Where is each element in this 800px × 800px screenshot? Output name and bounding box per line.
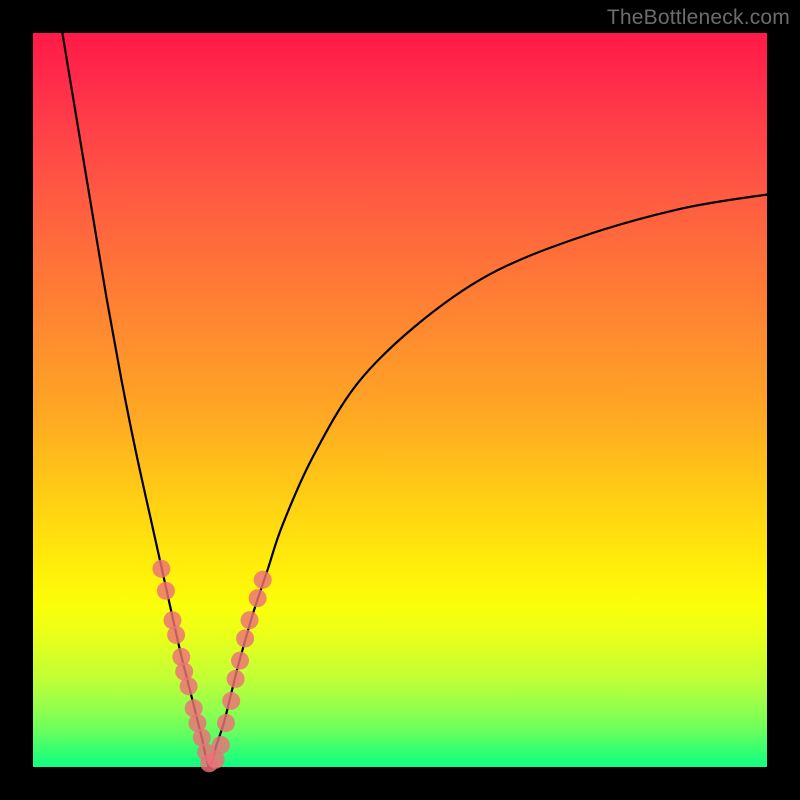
data-marker bbox=[152, 560, 170, 578]
chart-svg bbox=[33, 33, 767, 767]
data-marker bbox=[157, 582, 175, 600]
data-marker bbox=[231, 652, 249, 670]
data-marker bbox=[241, 611, 259, 629]
plot-area bbox=[33, 33, 767, 767]
chart-frame: TheBottleneck.com bbox=[0, 0, 800, 800]
data-marker bbox=[167, 626, 185, 644]
data-marker bbox=[227, 670, 245, 688]
data-marker bbox=[217, 714, 235, 732]
watermark-text: TheBottleneck.com bbox=[607, 6, 790, 30]
data-marker bbox=[222, 692, 240, 710]
marker-group bbox=[152, 560, 271, 773]
data-marker bbox=[212, 736, 230, 754]
data-marker bbox=[249, 589, 267, 607]
data-marker bbox=[180, 677, 198, 695]
data-marker bbox=[254, 571, 272, 589]
bottleneck-curve bbox=[62, 33, 767, 767]
data-marker bbox=[236, 630, 254, 648]
